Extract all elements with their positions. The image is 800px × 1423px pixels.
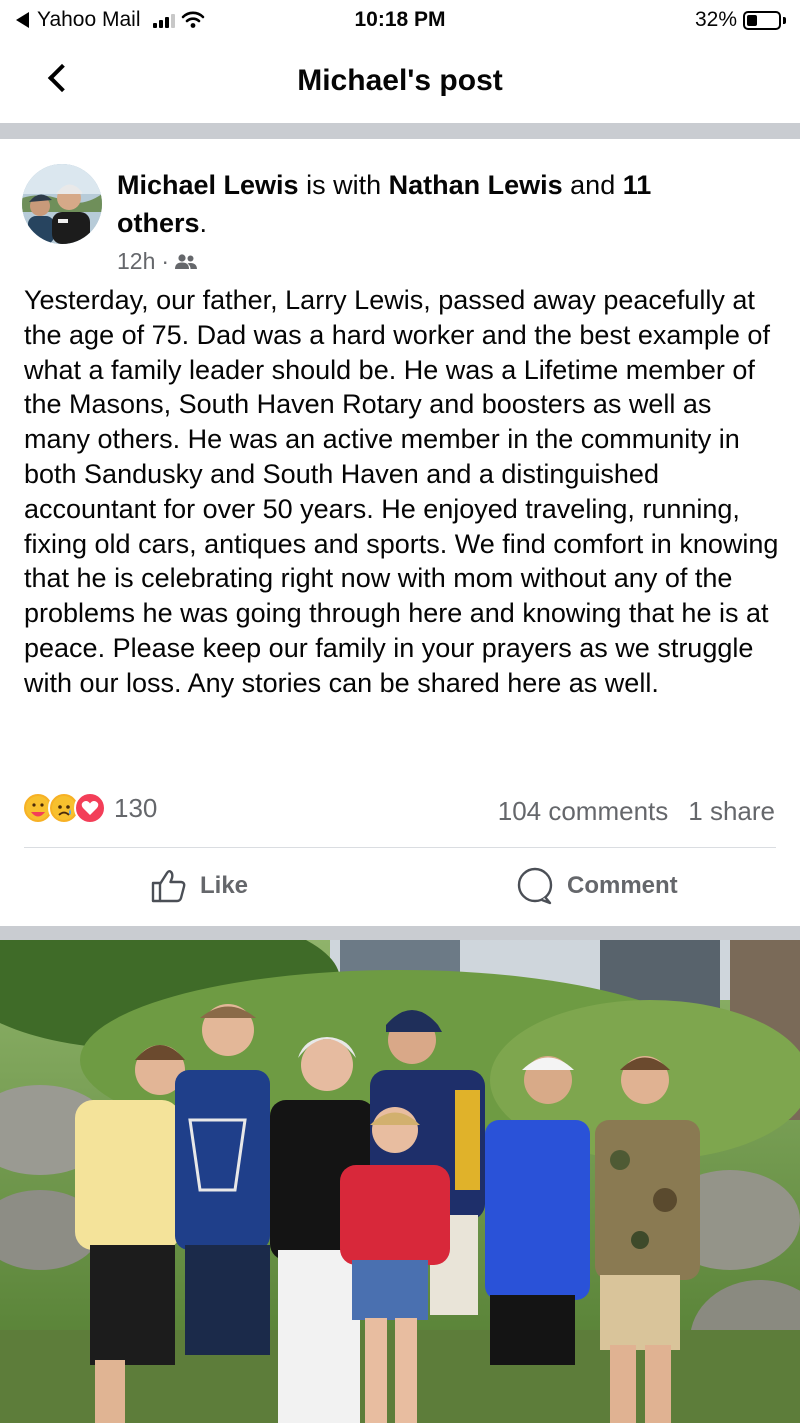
comments-count[interactable]: 104 comments: [498, 796, 669, 827]
status-bar: Yahoo Mail 10:18 PM 32%: [0, 0, 800, 40]
author-name[interactable]: Michael Lewis: [117, 170, 299, 200]
post-stats: 104 comments 1 share: [498, 796, 775, 827]
page-title: Michael's post: [297, 64, 503, 97]
actions-divider: [24, 847, 776, 848]
thumbs-up-icon: [151, 870, 186, 903]
post-meta: 12h ·: [117, 248, 198, 275]
like-button[interactable]: Like: [150, 864, 248, 908]
family-photo[interactable]: [0, 940, 800, 1423]
reaction-count: 130: [114, 792, 158, 823]
friends-icon: [175, 253, 198, 269]
battery-percent: 32%: [694, 8, 737, 31]
page-header: Michael's post: [0, 44, 800, 122]
comment-button[interactable]: Comment: [515, 864, 678, 908]
like-label: Like: [200, 872, 249, 899]
reactions-summary[interactable]: 130: [22, 792, 157, 824]
section-divider-photo: [0, 926, 800, 940]
meta-dot: ·: [161, 248, 170, 274]
avatar[interactable]: [22, 164, 102, 244]
shares-count[interactable]: 1 share: [688, 796, 775, 827]
section-divider: [0, 123, 800, 139]
and-text: and: [562, 170, 623, 200]
post-author-line: Michael Lewis is with Nathan Lewis and 1…: [117, 166, 737, 242]
clock: 10:18 PM: [354, 8, 446, 31]
tagged-name[interactable]: Nathan Lewis: [389, 170, 563, 200]
post-body: Yesterday, our father, Larry Lewis, pass…: [24, 285, 779, 698]
love-reaction-icon: [74, 792, 106, 824]
battery-status: 32%: [695, 8, 786, 32]
period: .: [199, 208, 208, 238]
comment-bubble-icon: [517, 867, 553, 905]
battery-icon: [743, 10, 781, 30]
post-time[interactable]: 12h: [117, 248, 155, 275]
comment-label: Comment: [567, 872, 678, 899]
with-text: is with: [298, 170, 389, 200]
